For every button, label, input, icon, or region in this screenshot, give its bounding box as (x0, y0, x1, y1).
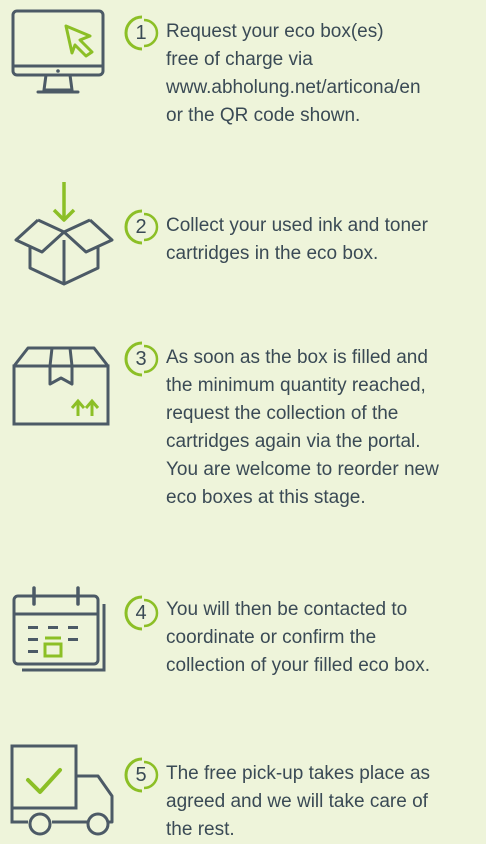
step-4-number-badge: 4 (122, 594, 160, 632)
step-3-text: As soon as the box is filled and the min… (166, 347, 439, 508)
step-1-number: 1 (135, 22, 147, 44)
step-2-text: Collect your used ink and toner cartridg… (166, 215, 428, 264)
open-box-arrow-down-icon (8, 180, 120, 288)
step-4-number: 4 (135, 602, 147, 624)
step-5-number: 5 (135, 764, 147, 786)
step-4-text: You will then be contacted to coordinate… (166, 599, 431, 676)
closed-box-arrows-up-icon (8, 344, 114, 428)
step-5-text: The free pick-up takes place as agreed a… (166, 763, 431, 840)
step-3-number-badge: 3 (122, 340, 160, 378)
computer-monitor-cursor-icon (8, 6, 108, 98)
step-2-number-badge: 2 (122, 208, 160, 246)
step-1-text: Request your eco box(es) free of charge … (166, 21, 421, 126)
step-2-number: 2 (135, 216, 147, 238)
step-3-number: 3 (135, 348, 147, 370)
step-5-number-badge: 5 (122, 756, 160, 794)
calendar-icon (8, 586, 108, 672)
delivery-truck-check-icon (8, 740, 120, 838)
step-1-number-badge: 1 (122, 14, 160, 52)
